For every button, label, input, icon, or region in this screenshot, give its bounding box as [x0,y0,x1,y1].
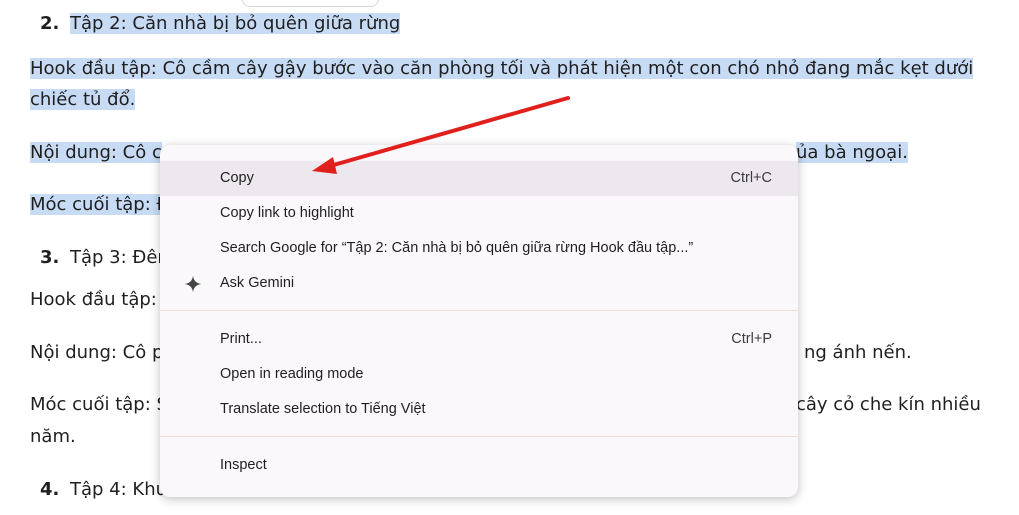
episode-2-cliffhanger: Móc cuối tập: Đ [30,188,171,221]
episode-2-content-right: ủa bà ngoại. [796,136,908,169]
ask-gemini-label: Ask Gemini [220,275,295,291]
menu-item-search-google[interactable]: Search Google for “Tập 2: Căn nhà bị bỏ … [160,231,798,266]
episode-2-content-left: Nội dung: Cô c [30,142,162,163]
episode-2-content-right-text: ủa bà ngoại. [796,142,908,163]
episode-3-number: 3. [40,247,60,268]
episode-2-hook-text-1: Hook đầu tập: Cô cầm cây gậy bước vào că… [30,58,974,79]
episode-2-heading: 2. Tập 2: Căn nhà bị bỏ quên giữa rừng [40,7,401,40]
episode-3-cliffhanger-right: cây cỏ che kín nhiều [796,394,981,415]
inspect-label: Inspect [220,457,267,473]
copy-label: Copy [220,170,254,186]
episode-4-number: 4. [40,479,60,500]
menu-item-inspect[interactable]: Inspect [160,448,798,483]
episode-2-title: Tập 2: Căn nhà bị bỏ quên giữa rừng [70,13,401,34]
episode-2-number: 2. [40,13,60,34]
episode-3-content-right: ng ánh nến. [804,342,912,363]
translate-label: Translate selection to Tiếng Việt [220,401,426,417]
reading-mode-label: Open in reading mode [220,366,364,382]
menu-item-ask-gemini[interactable]: Ask Gemini [160,266,798,301]
print-shortcut: Ctrl+P [731,331,772,347]
search-google-label: Search Google for “Tập 2: Căn nhà bị bỏ … [220,240,694,256]
context-menu: Copy Ctrl+C Copy link to highlight Searc… [160,145,798,497]
episode-3-heading: 3. Tập 3: Đêm [40,241,175,274]
episode-4-heading: 4. Tập 4: Khu [40,473,167,506]
menu-item-copy[interactable]: Copy Ctrl+C [160,161,798,196]
episode-3-hook: Hook đầu tập: [30,289,157,310]
print-label: Print... [220,331,262,347]
menu-separator [160,310,798,311]
episode-2-content: Nội dung: Cô c [30,136,162,169]
episode-3-cliffhanger-left: Móc cuối tập: S [30,394,168,415]
menu-item-open-in-reading-mode[interactable]: Open in reading mode [160,357,798,392]
episode-3-content-left: Nội dung: Cô p [30,342,164,363]
episode-2-cliffhanger-text: Móc cuối tập: Đ [30,194,171,215]
menu-item-print[interactable]: Print... Ctrl+P [160,322,798,357]
copy-link-label: Copy link to highlight [220,205,354,221]
menu-item-translate-selection[interactable]: Translate selection to Tiếng Việt [160,392,798,427]
tab-edge [242,0,379,7]
copy-shortcut: Ctrl+C [730,170,773,186]
menu-separator [160,436,798,437]
episode-3-cliffhanger-line-2: năm. [30,426,76,447]
episode-4-title: Tập 4: Khu [70,479,168,500]
episode-2-hook-line-2: chiếc tủ đổ. [30,83,136,116]
episode-2-hook-text-2: chiếc tủ đổ. [30,89,136,110]
menu-item-copy-link-to-highlight[interactable]: Copy link to highlight [160,196,798,231]
gemini-sparkle-icon [184,275,202,293]
episode-2-hook-line-1: Hook đầu tập: Cô cầm cây gậy bước vào că… [30,52,974,85]
